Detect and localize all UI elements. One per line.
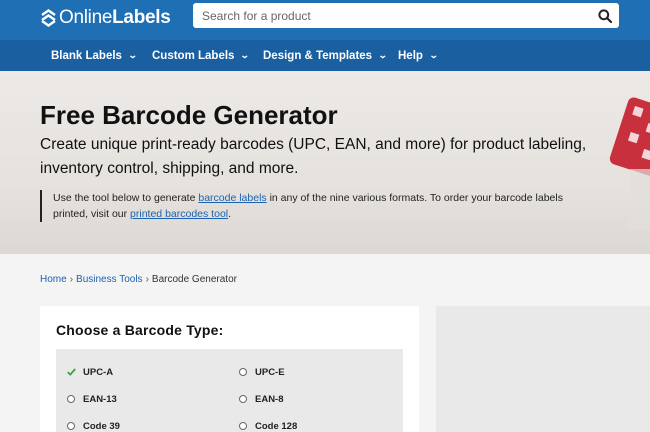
breadcrumb-current: Barcode Generator	[151, 274, 237, 285]
breadcrumb-separator: ›	[69, 274, 74, 285]
chevron-down-icon: ⌄	[428, 50, 439, 60]
breadcrumb-business-tools[interactable]: Business Tools	[76, 274, 143, 285]
note-text: Use the tool below to generate	[53, 192, 199, 204]
nav-help[interactable]: Help ⌄	[398, 40, 439, 71]
search-button[interactable]	[595, 6, 615, 26]
option-upc-a[interactable]: UPC-A	[67, 365, 113, 379]
barcode-preview-panel	[436, 306, 650, 432]
site-logo[interactable]: OnlineLabels	[40, 7, 171, 29]
chevron-down-icon: ⌄	[240, 50, 251, 60]
radio-button[interactable]	[67, 422, 75, 430]
option-label: UPC-E	[255, 366, 285, 378]
radio-button[interactable]	[239, 395, 247, 403]
nav-design-templates[interactable]: Design & Templates ⌄	[263, 40, 388, 71]
hero-background-image	[609, 97, 650, 229]
radio-button[interactable]	[239, 422, 247, 430]
nav-label: Help	[398, 49, 423, 62]
logo-text: OnlineLabels	[59, 7, 171, 28]
note-text: .	[228, 208, 232, 220]
barcode-type-heading: Choose a Barcode Type:	[56, 322, 224, 338]
top-bar: OnlineLabels	[0, 0, 650, 40]
printed-barcodes-tool-link[interactable]: printed barcodes tool	[130, 208, 228, 220]
nav-label: Design & Templates	[263, 49, 373, 62]
option-ean-13[interactable]: EAN-13	[67, 392, 117, 406]
logo-chevrons-icon	[41, 9, 56, 27]
barcode-type-options: UPC-A UPC-E EAN-13 EAN-8 Code 39 Code 12…	[56, 349, 403, 432]
search-bar	[193, 3, 619, 28]
barcode-labels-link[interactable]: barcode labels	[198, 192, 266, 204]
option-label: Code 128	[255, 420, 298, 432]
radio-button[interactable]	[239, 368, 247, 376]
option-code-39[interactable]: Code 39	[67, 419, 120, 432]
nav-label: Custom Labels	[152, 49, 235, 62]
option-label: EAN-8	[255, 393, 284, 405]
intro-note: Use the tool below to generate barcode l…	[40, 190, 600, 222]
hero-banner: Free Barcode Generator Create unique pri…	[0, 71, 650, 254]
breadcrumb-home[interactable]: Home	[40, 274, 67, 285]
option-ean-8[interactable]: EAN-8	[239, 392, 284, 406]
option-label: UPC-A	[83, 366, 114, 378]
option-label: Code 39	[83, 420, 120, 432]
barcode-type-panel: Choose a Barcode Type: UPC-A UPC-E EAN-1…	[40, 306, 419, 432]
nav-label: Blank Labels	[51, 49, 122, 62]
breadcrumb: Home › Business Tools › Barcode Generator	[40, 274, 237, 285]
checkmark-icon	[67, 368, 76, 376]
radio-button[interactable]	[67, 395, 75, 403]
breadcrumb-separator: ›	[145, 274, 149, 285]
page-title: Free Barcode Generator	[40, 100, 338, 130]
search-input[interactable]	[193, 3, 583, 28]
chevron-down-icon: ⌄	[377, 50, 388, 60]
chevron-down-icon: ⌄	[127, 50, 138, 60]
search-icon	[598, 9, 612, 23]
option-code-128[interactable]: Code 128	[239, 419, 297, 432]
page-subtitle: Create unique print-ready barcodes (UPC,…	[40, 136, 587, 177]
main-nav: Blank Labels ⌄ Custom Labels ⌄ Design & Te…	[0, 40, 650, 71]
option-label: EAN-13	[83, 393, 117, 405]
option-upc-e[interactable]: UPC-E	[239, 365, 285, 379]
nav-custom-labels[interactable]: Custom Labels ⌄	[152, 40, 251, 71]
nav-blank-labels[interactable]: Blank Labels ⌄	[51, 40, 138, 71]
